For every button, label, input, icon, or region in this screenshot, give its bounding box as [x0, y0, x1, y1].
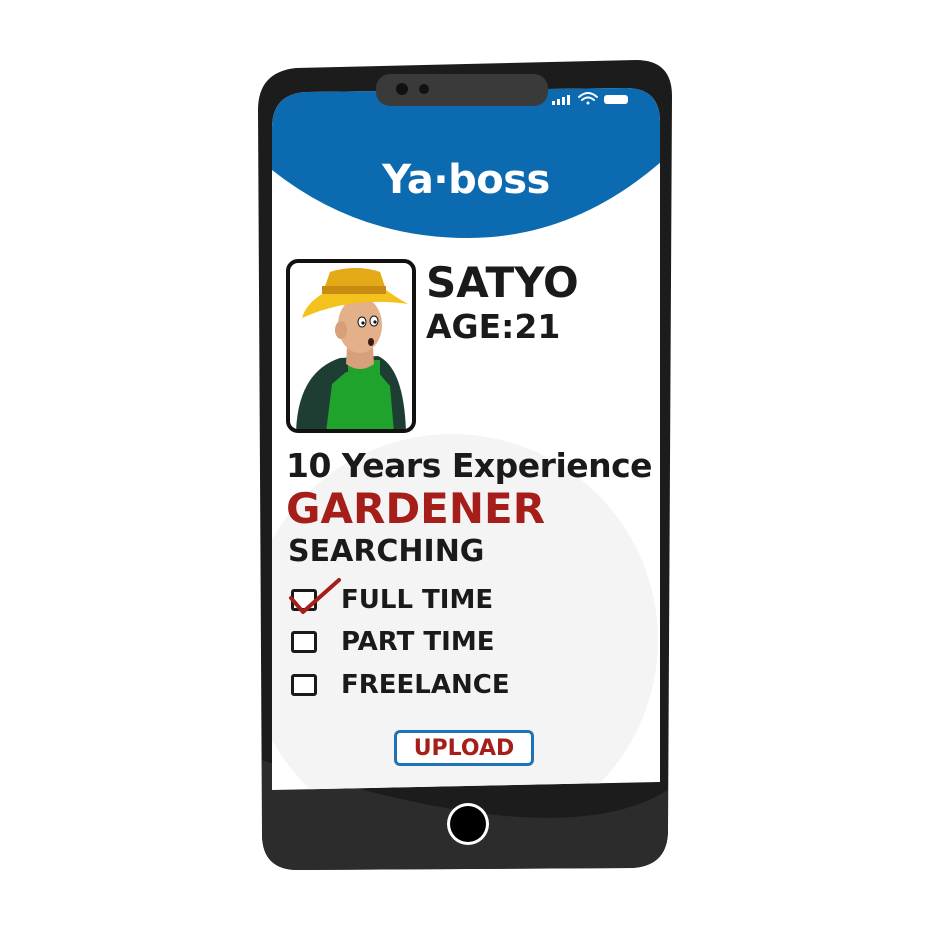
option-label: PART TIME [341, 627, 495, 657]
experience-text: 10 Years Experience [286, 446, 653, 485]
option-part-time[interactable]: PART TIME [291, 625, 494, 659]
candidate-age: AGE:21 [426, 307, 561, 346]
full-time-checkbox[interactable] [289, 578, 341, 614]
option-label: FULL TIME [341, 585, 494, 615]
option-label: FREELANCE [341, 670, 510, 700]
app-logo: Ya·boss [382, 157, 550, 203]
option-full-time[interactable]: FULL TIME [289, 578, 494, 617]
upload-button[interactable]: UPLOAD [394, 730, 534, 766]
candidate-name: SATYO [426, 258, 579, 307]
job-role: GARDENER [286, 484, 546, 533]
freelance-checkbox[interactable] [291, 674, 317, 696]
home-button [450, 806, 486, 842]
sensor-icon [419, 84, 429, 94]
camera-icon [396, 83, 408, 95]
checkmark-icon [289, 578, 341, 614]
searching-heading: SEARCHING [288, 534, 485, 569]
option-freelance[interactable]: FREELANCE [291, 668, 510, 702]
part-time-checkbox[interactable] [291, 631, 317, 653]
battery-icon [604, 95, 628, 104]
gardener-avatar [286, 259, 416, 433]
phone-mockup: Ya·boss SATYO AGE:21 10 Years Experience… [0, 0, 932, 932]
